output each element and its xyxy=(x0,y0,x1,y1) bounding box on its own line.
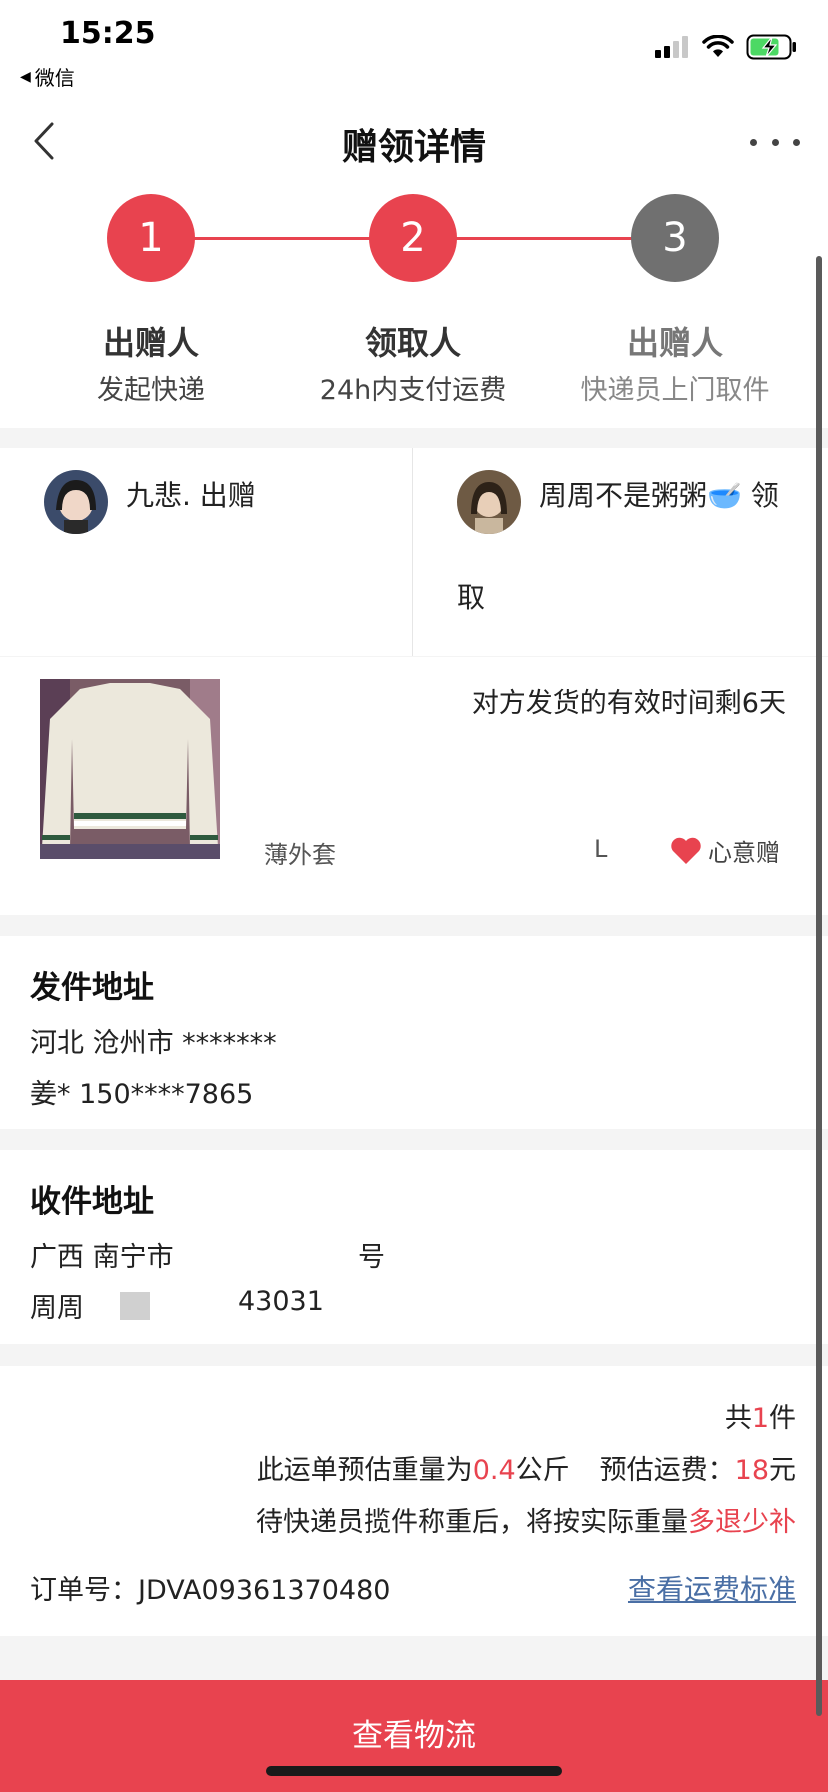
more-dot-icon xyxy=(771,138,779,146)
item-count-value: 1 xyxy=(751,1403,769,1434)
status-bar: 15:25 ◀ 微信 xyxy=(0,0,828,96)
giver-name: 九悲. 出赠 xyxy=(126,479,256,512)
page-title: 赠领详情 xyxy=(341,127,486,168)
avatar-image xyxy=(44,470,108,534)
refund-note-highlight: 多退少补 xyxy=(688,1507,796,1538)
item-count-suffix: 件 xyxy=(769,1403,796,1434)
sender-address-card: 发件地址 河北 沧州市 ******* 姜* 150****7865 xyxy=(0,936,828,1129)
back-to-wechat[interactable]: ◀ 微信 xyxy=(20,62,75,91)
step-title-3: 出赠人 xyxy=(626,324,723,362)
receiver-name-line2: 取 xyxy=(457,581,486,614)
recipient-address-start: 广西 南宁市 xyxy=(30,1242,174,1273)
recipient-address-card: 收件地址 广西 南宁市 号 周周 43031 xyxy=(0,1150,828,1344)
signal-icon xyxy=(655,36,688,58)
fee-value: 18 xyxy=(734,1455,769,1486)
item-name: 薄外套 xyxy=(264,841,336,869)
weight-fee-line: 此运单预估重量为0.4公斤 预估运费：18元 xyxy=(257,1448,796,1487)
order-number-value: JDVA09361370480 xyxy=(138,1575,391,1606)
order-number: 订单号：JDVA09361370480 xyxy=(30,1568,390,1607)
recipient-address-title: 收件地址 xyxy=(30,1184,154,1220)
item-count-prefix: 共 xyxy=(724,1403,752,1434)
giver-card[interactable]: 九悲. 出赠 xyxy=(0,448,413,656)
step-circle-3: 3 xyxy=(631,194,719,282)
participants: 九悲. 出赠 周周不是粥粥🥣 领 取 xyxy=(0,448,828,656)
weight-value: 0.4 xyxy=(472,1455,516,1486)
more-dot-icon xyxy=(793,138,800,146)
step-title-1: 出赠人 xyxy=(102,324,199,362)
recipient-address-line: 广西 南宁市 号 xyxy=(30,1235,798,1274)
more-dot-icon xyxy=(750,138,757,146)
giver-avatar[interactable] xyxy=(44,470,108,534)
scrollbar[interactable] xyxy=(816,256,822,1716)
status-time: 15:25 xyxy=(60,16,156,51)
item-size: L xyxy=(594,835,608,863)
sender-address-title: 发件地址 xyxy=(30,970,154,1006)
step-circle-1: 1 xyxy=(107,194,195,282)
step-connector xyxy=(456,237,638,240)
sender-address-line: 河北 沧州市 ******* xyxy=(30,1028,277,1059)
wifi-icon xyxy=(702,35,734,57)
fee-unit: 元 xyxy=(769,1455,796,1486)
step-connector xyxy=(194,237,376,240)
item-count: 共1件 xyxy=(725,1396,796,1435)
view-fee-standard-link[interactable]: 查看运费标准 xyxy=(628,1568,796,1608)
battery-charging-icon xyxy=(746,34,796,60)
more-button[interactable] xyxy=(750,124,800,160)
step-sub-3: 快递员上门取件 xyxy=(580,375,770,406)
step-title-2: 领取人 xyxy=(364,324,461,362)
nav-bar: 赠领详情 xyxy=(0,96,828,188)
refund-note: 待快递员揽件称重后，将按实际重量多退少补 xyxy=(256,1500,796,1539)
fee-prefix: 预估运费： xyxy=(599,1455,735,1486)
recipient-contact-end: 43031 xyxy=(238,1286,324,1317)
status-icons xyxy=(654,34,798,60)
gift-tag: 心意赠 xyxy=(670,833,780,868)
back-triangle-icon: ◀ xyxy=(20,68,31,85)
back-to-wechat-label: 微信 xyxy=(34,66,75,90)
avatar-image xyxy=(457,470,521,534)
item-image[interactable] xyxy=(40,679,220,859)
refund-note-text: 待快递员揽件称重后，将按实际重量 xyxy=(256,1507,688,1538)
shipping-summary: 共1件 此运单预估重量为0.4公斤 预估运费：18元 待快递员揽件称重后，将按实际… xyxy=(0,1366,828,1636)
page: 15:25 ◀ 微信 赠领详情 1 2 3 出赠人 领取人 出赠人 发起快递 2… xyxy=(0,0,828,1792)
step-circle-2: 2 xyxy=(369,194,457,282)
redaction-mark xyxy=(120,1292,150,1320)
weight-unit: 公斤 xyxy=(515,1455,570,1486)
receiver-name-line1: 周周不是粥粥🥣 领 xyxy=(539,479,779,512)
ship-deadline-text: 对方发货的有效时间剩6天 xyxy=(471,688,786,719)
recipient-contact-start: 周周 xyxy=(30,1293,84,1324)
step-sub-2: 24h内支付运费 xyxy=(319,375,507,406)
weight-prefix: 此运单预估重量为 xyxy=(256,1455,473,1486)
home-indicator[interactable] xyxy=(266,1766,562,1776)
receiver-card[interactable]: 周周不是粥粥🥣 领 取 xyxy=(413,448,828,656)
sender-contact-line: 姜* 150****7865 xyxy=(30,1079,254,1110)
gift-tag-label: 心意赠 xyxy=(708,839,780,867)
progress-steps: 1 2 3 出赠人 领取人 出赠人 发起快递 24h内支付运费 快递员上门取件 xyxy=(0,188,828,428)
jacket-image xyxy=(40,679,220,859)
heart-icon xyxy=(671,837,701,864)
recipient-address-end: 号 xyxy=(358,1242,385,1273)
order-number-label: 订单号： xyxy=(30,1575,138,1606)
receiver-avatar[interactable] xyxy=(457,470,521,534)
step-sub-1: 发起快递 xyxy=(97,375,205,406)
item-card[interactable]: 对方发货的有效时间剩6天 薄外套 L 心意赠 xyxy=(0,657,828,915)
